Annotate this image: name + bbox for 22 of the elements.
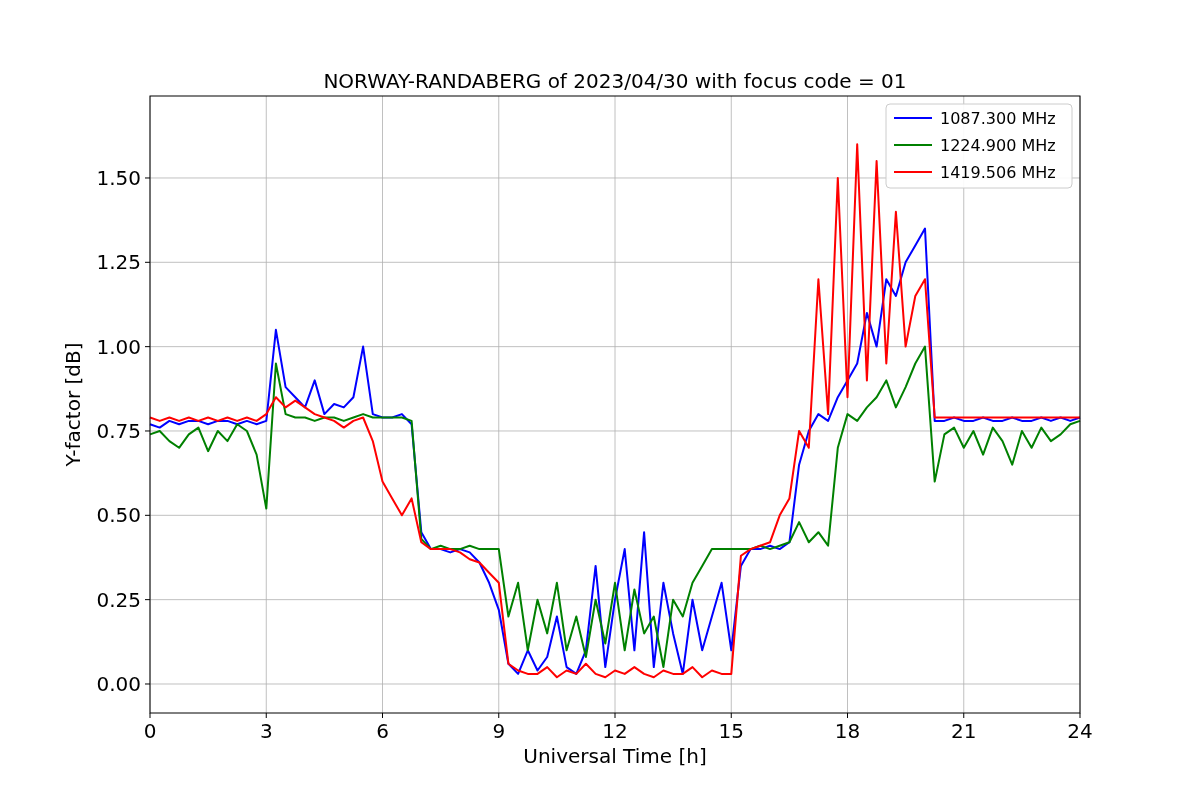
tick-label: 0 [143, 719, 157, 743]
tick-label: 12 [602, 719, 628, 743]
tick-label: 15 [718, 719, 744, 743]
tick-label: 21 [951, 719, 977, 743]
y-axis-label: Y-factor [dB] [61, 342, 85, 467]
tick-label: 0.75 [96, 419, 141, 443]
tick-label: 0.50 [96, 503, 141, 528]
tick-label: 0.00 [96, 672, 141, 696]
tick-label: 0.25 [96, 587, 141, 612]
x-axis-label: Universal Time [h] [523, 744, 707, 768]
tick-label: 1.00 [96, 334, 141, 359]
tick-label: 1.50 [96, 165, 141, 190]
tick-label: 3 [259, 719, 273, 743]
tick-label: 18 [834, 719, 861, 743]
legend-label: 1087.300 MHz [940, 109, 1056, 128]
legend-label: 1419.506 MHz [940, 163, 1056, 182]
tick-label: 9 [492, 719, 506, 743]
tick-label: 6 [376, 719, 389, 743]
chart-title: NORWAY-RANDABERG of 2023/04/30 with focus code = 01 [323, 69, 907, 93]
tick-label: 24 [1067, 719, 1093, 743]
legend-label: 1224.900 MHz [940, 136, 1056, 155]
tick-label: 1.25 [96, 250, 141, 275]
